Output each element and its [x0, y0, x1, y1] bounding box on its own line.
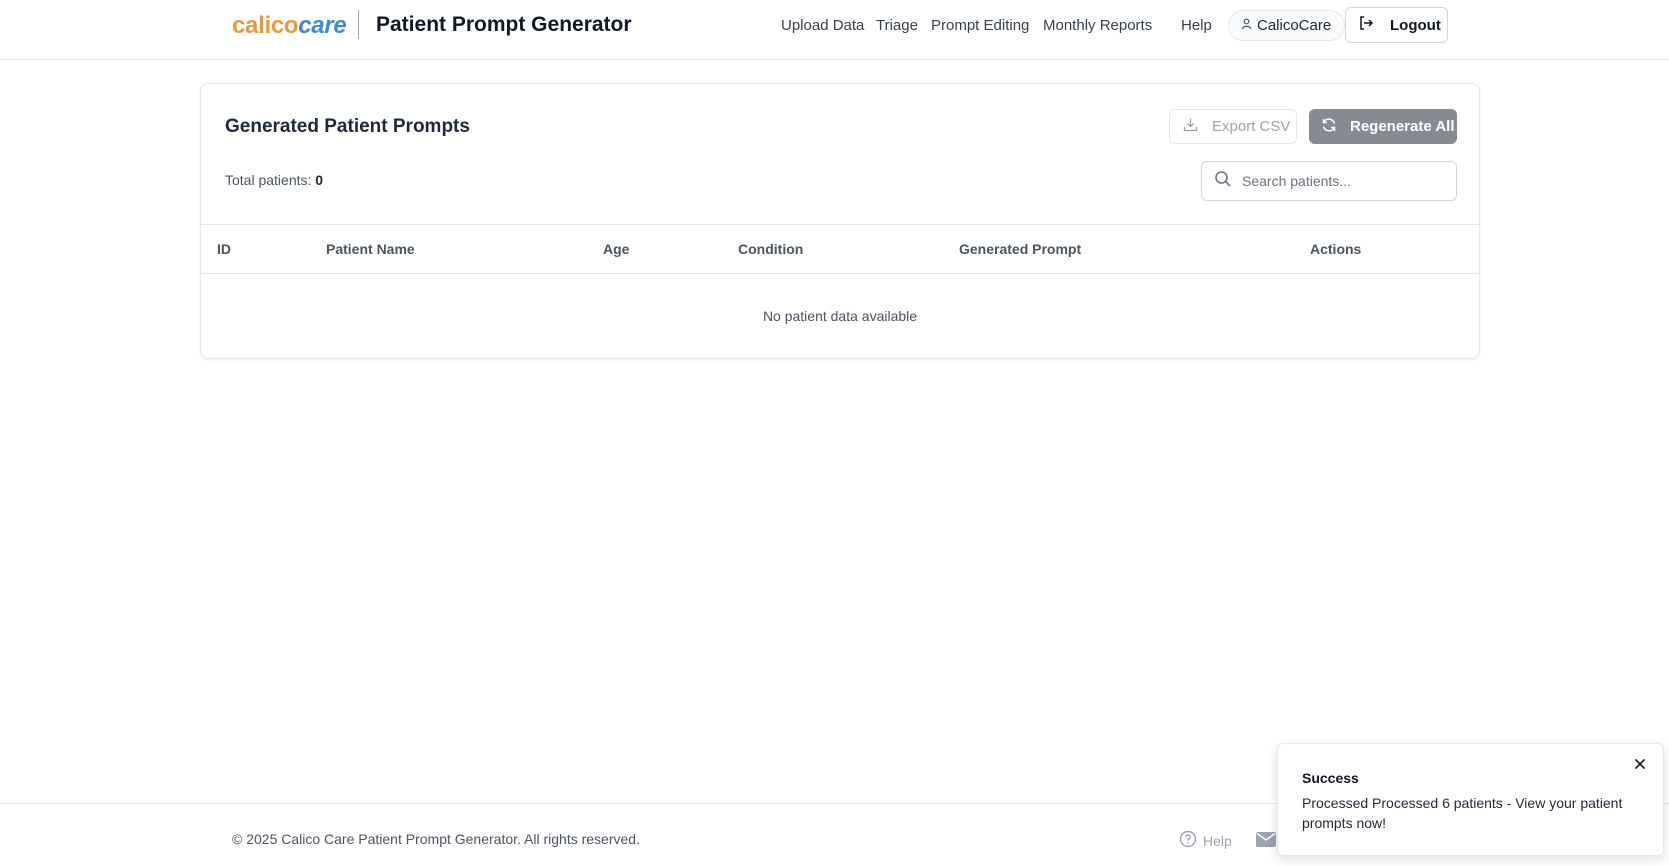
user-menu[interactable]: CalicoCare	[1228, 10, 1346, 41]
logout-icon	[1358, 15, 1374, 35]
logout-label: Logout	[1390, 16, 1441, 34]
export-csv-label: Export CSV	[1212, 118, 1291, 135]
app-header: calicocare Patient Prompt Generator Uplo…	[0, 0, 1669, 60]
mail-icon[interactable]	[1256, 832, 1276, 852]
nav-help[interactable]: Help	[1181, 17, 1212, 34]
total-patients-label: Total patients:	[225, 172, 312, 188]
column-id[interactable]: ID	[217, 241, 231, 257]
copyright-text: © 2025 Calico Care Patient Prompt Genera…	[232, 831, 640, 847]
column-actions: Actions	[1310, 241, 1362, 257]
nav-upload-data[interactable]: Upload Data	[781, 17, 864, 34]
patient-prompts-card: Generated Patient Prompts Export CSV Reg…	[200, 83, 1480, 359]
toast-title: Success	[1302, 770, 1359, 786]
success-toast: Success Processed Processed 6 patients -…	[1277, 743, 1664, 856]
total-patients-value: 0	[315, 172, 324, 188]
total-patients: Total patients: 0	[225, 172, 323, 188]
column-age[interactable]: Age	[603, 241, 629, 257]
regenerate-all-label: Regenerate All	[1350, 118, 1455, 135]
empty-state-message: No patient data available	[762, 308, 918, 324]
app-title: Patient Prompt Generator	[376, 13, 632, 36]
calicocare-logo[interactable]: calicocare	[232, 12, 347, 40]
search-input[interactable]	[1242, 173, 1442, 189]
footer-help-link[interactable]: Help	[1179, 830, 1232, 851]
table-header: ID Patient Name Age Condition Generated …	[201, 224, 1479, 274]
search-box[interactable]	[1201, 161, 1457, 201]
nav-prompt-editing[interactable]: Prompt Editing	[931, 17, 1029, 34]
column-patient-name[interactable]: Patient Name	[326, 241, 415, 257]
user-icon	[1241, 17, 1252, 34]
regenerate-all-button[interactable]: Regenerate All	[1309, 109, 1457, 144]
nav-monthly-reports[interactable]: Monthly Reports	[1043, 17, 1152, 34]
logo-divider	[358, 10, 359, 39]
refresh-icon	[1321, 117, 1337, 137]
user-name: CalicoCare	[1257, 17, 1332, 34]
close-icon[interactable]	[1632, 756, 1648, 772]
toast-message: Processed Processed 6 patients - View yo…	[1302, 795, 1623, 831]
export-csv-button[interactable]: Export CSV	[1169, 109, 1297, 144]
footer-help-label: Help	[1203, 832, 1232, 849]
nav-triage[interactable]: Triage	[876, 17, 918, 34]
help-icon	[1179, 830, 1197, 851]
search-icon	[1214, 170, 1232, 193]
logout-button[interactable]: Logout	[1345, 7, 1448, 43]
card-title: Generated Patient Prompts	[225, 116, 470, 137]
column-generated-prompt[interactable]: Generated Prompt	[959, 241, 1081, 257]
download-icon	[1183, 117, 1198, 136]
column-condition[interactable]: Condition	[738, 241, 803, 257]
